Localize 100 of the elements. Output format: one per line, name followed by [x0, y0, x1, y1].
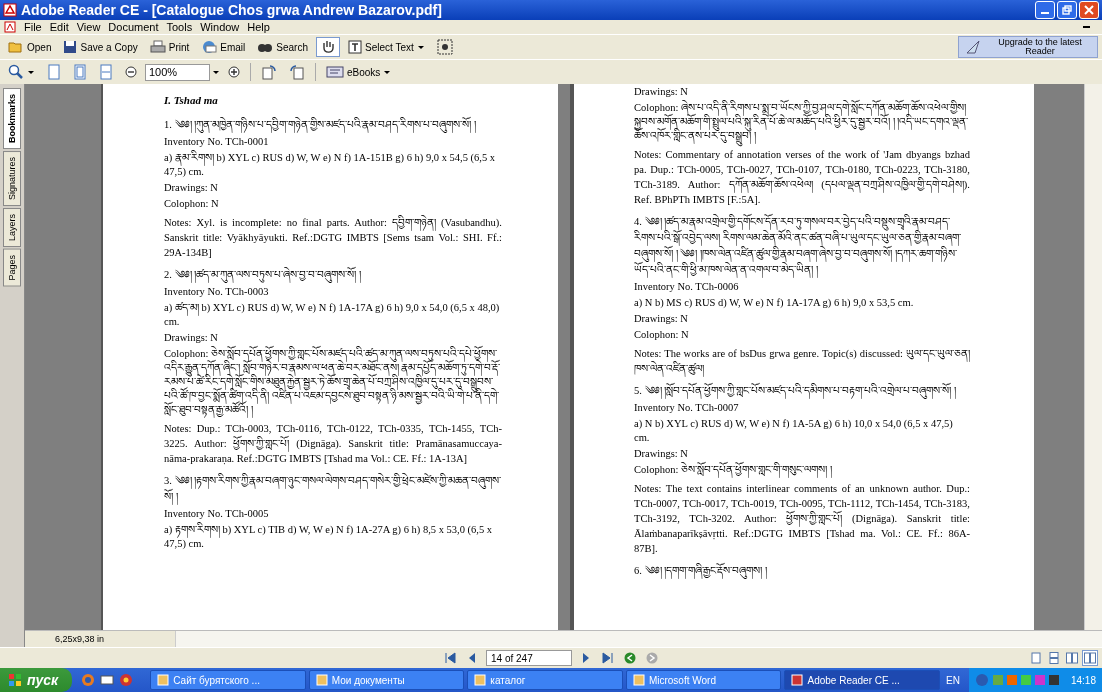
- page-icon: [1030, 652, 1042, 664]
- menu-item[interactable]: File: [24, 21, 42, 33]
- page-icon: [73, 64, 87, 80]
- last-page-button[interactable]: [600, 650, 616, 666]
- media-icon[interactable]: [119, 673, 134, 687]
- page-number-field[interactable]: 14 of 247: [486, 650, 572, 666]
- menu-item[interactable]: Edit: [49, 21, 69, 33]
- hand-tool-button[interactable]: [316, 37, 340, 57]
- pdf-icon: [3, 3, 17, 17]
- side-tab[interactable]: Layers: [3, 208, 21, 248]
- entry-title: 1. ༄༅། །ཀུན་མཁྱེན་གཉིས་པ་དབྱིག་གཉེན་གྱིས་མཛད་པའི་རྣམ་བཤད་རིགས་པ་བཞུགས་སོ། །: [164, 116, 502, 134]
- taskbar-button[interactable]: Сайт бурятского ...: [150, 670, 306, 690]
- close-icon: [1084, 5, 1094, 15]
- taskbar-button[interactable]: Adobe Reader CE ...: [784, 670, 941, 690]
- notes-paragraph: Notes: Dup.: TCh-0003, TCh-0116, TCh-0122, TCh-0335, TCh-1455, TCh-3225. Author: ཕྱོགས་ཀྱི་གླང་པོ། (Dignāga). Sanskrit title: Pramānasamuccaya-nāma-prakaraṇa. Ref.:DGTG IMBTS [Tshad ma Vol.: CE. Ff.: 1A-13A]: [164, 422, 502, 466]
- language-indicator[interactable]: EN: [946, 674, 966, 686]
- page-icon: [99, 64, 113, 80]
- windows-flag-icon: [8, 673, 22, 687]
- book-icon: [326, 65, 344, 79]
- back-button[interactable]: [622, 650, 638, 666]
- dropdown-icon[interactable]: [212, 68, 220, 76]
- continuous-button[interactable]: [1046, 650, 1062, 666]
- caret-icon: [416, 43, 425, 51]
- entry-line: Colophon: N: [634, 328, 690, 342]
- entry-line: Drawings: N: [164, 181, 219, 195]
- minus-icon: [125, 66, 137, 78]
- notes-paragraph: Notes: The text contains interlinear comments of an unknown author. Dup.: TCh-0007, TCh-0017, TCh-0019, TCh-0095, TCh-1112, TCh-1454, TCh-3183, TCh-3192, TCh-3202. Author: ཕྱོགས་ཀྱི་གླང་པོ། (Dignāga). Sanskrit title: Ālaṁbanaparīkṣāvṛtti. Ref.:DGTG IMBTS [Tshad ma. Vol.: CE. Ff.: 86A-87B].: [634, 482, 970, 556]
- page-icon: [47, 64, 61, 80]
- caret-icon: [383, 68, 392, 76]
- vertical-scrollbar[interactable]: [1084, 84, 1102, 630]
- window-icon: [315, 674, 328, 686]
- window-icon: [157, 674, 170, 686]
- restore-button[interactable]: [1057, 1, 1077, 19]
- entry-line: Drawings: N: [634, 85, 689, 99]
- taskbar-button[interactable]: каталог: [467, 670, 623, 690]
- restore-icon: [1062, 5, 1072, 15]
- entry-title: 2. ༄༅། །ཚད་མ་ཀུན་ལས་བཏུས་པ་ཞེས་བྱ་བ་བཞུགས་སོ། །: [164, 266, 502, 284]
- taskbar-button[interactable]: Microsoft Word: [625, 670, 782, 690]
- menu-item[interactable]: View: [76, 21, 101, 33]
- entry-line: Inventory No. TCh-0005: [164, 507, 270, 521]
- menu-item[interactable]: Window: [200, 21, 240, 33]
- upgrade-button[interactable]: Upgrade to the latest Reader: [958, 36, 1098, 58]
- print-button[interactable]: Print: [145, 37, 194, 57]
- entry-title: 6. ༄༅། །དགག་གཞི་རྒྱང་རྡོས་བཞུགས། །: [634, 562, 970, 580]
- menu-item[interactable]: Document: [108, 21, 159, 33]
- back-arrow-icon: [624, 652, 636, 664]
- pages-icon: [1066, 652, 1078, 664]
- window-icon: [791, 674, 804, 686]
- ebooks-button[interactable]: eBooks: [322, 62, 396, 82]
- notes-paragraph: Notes: Commentary of annotation verses of the work of 'Jam dbyangs bzhad pa. Dup.: TCh-0005, TCh-0027, TCh-0107, TCh-0180, TCh-0223, TCh-3180, TCh-3189. Author: དཀོན་མཆོག་ཆོས་འཕེལ། (དཔལ་ལྡན་བཀྲ་ཤིས་འཁྱིལ་གྱི་དགེ་བཤེས།). Ref. BPhPTh IMBTS [F.:5A].: [634, 148, 970, 207]
- notes-paragraph: Notes: The works are of bsDus grwa genre. Topic(s) discussed: ཡུལ་དང་ཡུལ་ཅན། ཁས་ལེན་འཛིན་ཚུལ།: [634, 345, 970, 377]
- entry-line: Inventory No. TCh-0003: [164, 285, 270, 299]
- entry-title: 5. ༄༅། །སློབ་དཔོན་ཕྱོགས་ཀྱི་གླང་པོས་མཛད་པའི་དམིགས་པ་བརྟག་པའི་འགྲེལ་པ་བཞུགས་སོ། །: [634, 382, 970, 400]
- printer-icon: [149, 40, 166, 54]
- continuous-facing-button[interactable]: [1082, 650, 1098, 666]
- entry-line: Colophon: N: [164, 197, 220, 211]
- menu-item[interactable]: Tools: [166, 21, 193, 33]
- entry-line: Colophon: ཅེས་སློབ་དཔོན་ཕྱོགས་གླང་གི་གསུང་ལགས། །: [634, 462, 970, 478]
- rotate-icon: [289, 64, 305, 80]
- email-button[interactable]: Email: [197, 37, 250, 57]
- mail-icon[interactable]: [100, 673, 115, 687]
- entry-line: Drawings: N: [634, 447, 689, 461]
- first-page-icon: [444, 652, 456, 664]
- hand-icon: [320, 39, 336, 55]
- horizontal-scrollbar[interactable]: [175, 631, 1102, 647]
- side-tab[interactable]: Pages: [3, 249, 21, 287]
- start-button[interactable]: пуск: [0, 668, 73, 692]
- entry-line: a) རྟགས་རིགས། b) XYL c) TIB d) W, W e) N f) 1A-27A g) 6 h) 8,5 x 53,0 (6,5 x 47,5) cm.: [164, 522, 494, 551]
- minimize-button[interactable]: [1035, 1, 1055, 19]
- zoom-field[interactable]: 100%: [145, 63, 210, 81]
- side-tab[interactable]: Signatures: [3, 151, 21, 207]
- search-button[interactable]: Search: [253, 37, 312, 57]
- menu-item[interactable]: Help: [247, 21, 270, 33]
- close-button[interactable]: [1079, 1, 1099, 19]
- first-page-button[interactable]: [442, 650, 458, 666]
- entry-line: Inventory No. TCh-0006: [634, 280, 740, 294]
- open-button[interactable]: Open: [4, 37, 56, 57]
- magnifier-icon: [8, 64, 24, 80]
- caret-icon: [27, 68, 35, 76]
- entry-title: 3. ༄༅། །རྟགས་རིགས་ཀྱི་རྣམ་བཞག་ཉུང་གསལ་ལེགས་བཤད་གསེར་གྱི་ཕྲེང་མཛེས་ཀྱི་མཆན་བཞུགས་སོ། །: [164, 472, 502, 506]
- taskbar-button[interactable]: Мои документы: [308, 670, 465, 690]
- facing-button[interactable]: [1064, 650, 1080, 666]
- entry-line: a) N b) XYL c) RUS d) W, W e) N f) 1A-5A g) 6 h) 10,0 x 54,0 (6,5 x 47,5) cm.: [634, 417, 954, 445]
- folder-icon: [8, 40, 24, 54]
- envelope-icon: [201, 40, 218, 54]
- last-page-icon: [602, 652, 614, 664]
- entry-line: Drawings: N: [634, 312, 689, 326]
- camera-icon: [436, 39, 453, 55]
- notes-paragraph: Notes: Xyl. is incomplete: no final parts. Author: དབྱིག་གཉེན། (Vasubandhu). Sanskrit title: Vyākhyāyukti. Ref.:DGTG IMBTS [Sems tsam Vol.: SHI. Ff.: 29A-134B]: [164, 214, 502, 260]
- window-icon: [632, 674, 645, 686]
- section-heading: I. Tshad ma: [164, 93, 219, 108]
- select-text-button[interactable]: Select Text: [344, 37, 429, 57]
- minimize-icon: [1041, 12, 1049, 14]
- side-tab[interactable]: Bookmarks: [3, 88, 21, 150]
- text-cursor-icon: [348, 40, 362, 54]
- pages-icon: [1084, 652, 1096, 664]
- entry-line: a) ཚད་མ། b) XYL c) RUS d) W, W e) N f) 1A-17A g) 6 h) 9,0 x 54,0 (6,5 x 48,0) cm.: [164, 301, 501, 329]
- save-button[interactable]: Save a Copy: [59, 37, 142, 57]
- entry-line: Inventory No. TCh-0001: [164, 135, 270, 149]
- window-title: Adobe Reader CE - [Catalogue Chos grwa Andrew Bazarov.pdf]: [21, 2, 442, 18]
